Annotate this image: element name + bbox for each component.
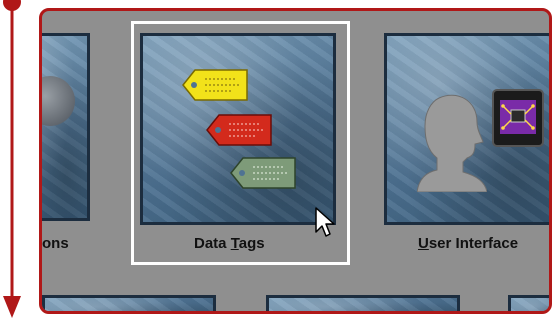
tile-row2-2[interactable] <box>266 295 460 311</box>
tile-label-user-interface: User Interface <box>418 235 519 252</box>
tile-row2-3[interactable] <box>508 295 549 311</box>
yellow-tag-icon <box>181 68 251 102</box>
tile-label-data-tags: Data Tags <box>194 235 265 252</box>
red-tag-icon <box>205 113 275 147</box>
tile-partial-left[interactable] <box>42 33 90 221</box>
tile-user-interface[interactable] <box>384 33 549 225</box>
icon-panel: ons Data Tags User Interface <box>39 8 552 314</box>
green-tag-icon <box>229 156 299 190</box>
partial-tile-icon <box>42 76 75 126</box>
head-silhouette-icon <box>417 92 487 192</box>
tile-data-tags[interactable] <box>140 33 336 225</box>
circuit-chip-icon <box>491 88 545 148</box>
tile-row2-1[interactable] <box>42 295 216 311</box>
down-arrow-icon <box>3 0 21 318</box>
mouse-pointer-icon <box>314 206 336 240</box>
tile-label-partial: ons <box>42 235 69 252</box>
